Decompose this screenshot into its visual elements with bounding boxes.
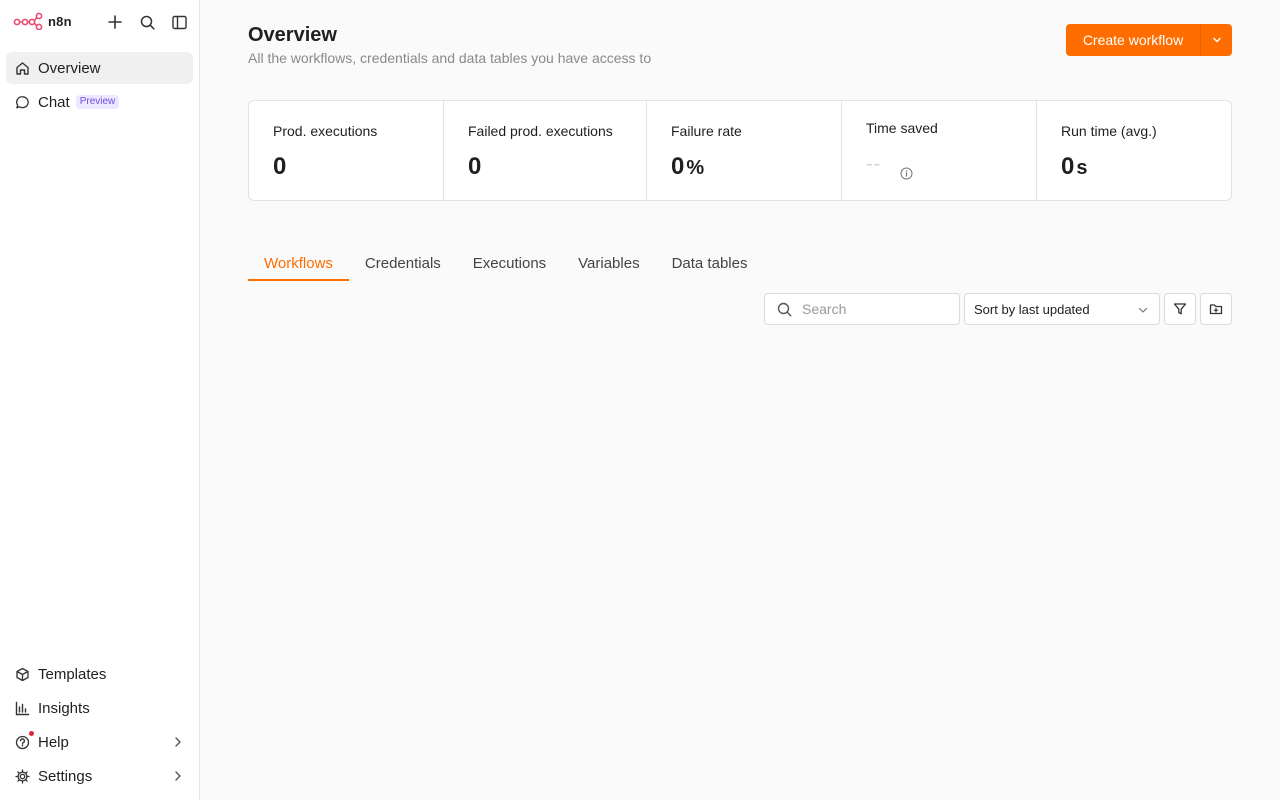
stat-time-saved[interactable]: Time saved -- xyxy=(842,101,1037,200)
info-icon[interactable] xyxy=(900,167,913,180)
sidebar-item-label: Settings xyxy=(38,767,93,785)
page-title: Overview xyxy=(248,24,337,46)
search-box xyxy=(764,293,960,325)
stats-summary: Prod. executions 0 Failed prod. executio… xyxy=(248,100,1232,201)
tab-workflows[interactable]: Workflows xyxy=(248,248,349,281)
sidebar-item-label: Help xyxy=(38,733,69,751)
create-workflow-button[interactable]: Create workflow xyxy=(1066,24,1200,56)
preview-badge: Preview xyxy=(75,95,120,109)
search-input[interactable] xyxy=(802,301,942,317)
sort-select[interactable]: Sort by last updated xyxy=(964,293,1160,325)
chat-icon xyxy=(14,94,30,110)
stat-value-wrap: 0% xyxy=(671,153,704,181)
logo[interactable]: n8n xyxy=(13,12,72,30)
create-workflow-dropdown-button[interactable] xyxy=(1200,24,1232,56)
logo-text: n8n xyxy=(48,13,72,29)
chevron-right-icon xyxy=(171,769,185,783)
filter-button[interactable] xyxy=(1164,293,1196,325)
page-subtitle: All the workflows, credentials and data … xyxy=(248,50,652,66)
sidebar-item-label: Templates xyxy=(38,665,107,683)
search-icon xyxy=(777,302,792,317)
stat-value-wrap: 0s xyxy=(1061,153,1087,181)
chevron-right-icon xyxy=(171,735,185,749)
home-icon xyxy=(14,60,30,76)
sidebar: n8n Overview Chat Preview Templates Insi… xyxy=(0,0,200,800)
sidebar-item-label: Overview xyxy=(38,59,101,77)
n8n-logo-icon xyxy=(13,12,43,30)
stat-label: Failure rate xyxy=(671,123,742,139)
chevron-down-icon xyxy=(1137,304,1149,316)
box-icon xyxy=(14,666,30,682)
sidebar-header: n8n xyxy=(0,0,200,44)
sidebar-item-insights[interactable]: Insights xyxy=(6,692,193,724)
stat-value: 0 xyxy=(1061,153,1075,180)
sidebar-toggle-icon[interactable] xyxy=(169,12,189,32)
bar-chart-icon xyxy=(14,700,30,716)
gear-icon xyxy=(14,768,30,784)
stat-value: 0 xyxy=(468,153,482,180)
sidebar-item-overview[interactable]: Overview xyxy=(6,52,193,84)
sidebar-item-label: Chat xyxy=(38,93,70,111)
stat-label: Run time (avg.) xyxy=(1061,123,1157,139)
stat-value: -- xyxy=(866,153,882,175)
search-icon[interactable] xyxy=(137,12,157,32)
plus-icon[interactable] xyxy=(105,12,125,32)
tabs: Workflows Credentials Executions Variabl… xyxy=(248,248,763,281)
sidebar-item-chat[interactable]: Chat Preview xyxy=(6,86,193,118)
chevron-down-icon xyxy=(1211,34,1223,46)
stat-failed-prod-executions[interactable]: Failed prod. executions 0 xyxy=(444,101,647,200)
sort-select-value: Sort by last updated xyxy=(974,301,1090,317)
tab-data-tables[interactable]: Data tables xyxy=(656,248,764,281)
sidebar-item-help[interactable]: Help xyxy=(6,726,193,758)
new-folder-button[interactable] xyxy=(1200,293,1232,325)
tab-credentials[interactable]: Credentials xyxy=(349,248,457,281)
stat-label: Time saved xyxy=(866,120,938,136)
notification-dot xyxy=(29,731,34,736)
sidebar-item-templates[interactable]: Templates xyxy=(6,658,193,690)
stat-run-time[interactable]: Run time (avg.) 0s xyxy=(1037,101,1231,200)
filter-icon xyxy=(1173,302,1187,316)
create-workflow-button-group: Create workflow xyxy=(1066,24,1232,56)
folder-plus-icon xyxy=(1209,302,1223,316)
stat-unit: % xyxy=(686,157,705,179)
stat-prod-executions[interactable]: Prod. executions 0 xyxy=(249,101,444,200)
stat-value: 0 xyxy=(273,153,287,180)
stat-unit: s xyxy=(1076,157,1088,179)
stat-value: 0 xyxy=(671,153,685,180)
main-content: Overview All the workflows, credentials … xyxy=(200,0,1280,800)
stat-label: Failed prod. executions xyxy=(468,123,613,139)
stat-label: Prod. executions xyxy=(273,123,378,139)
tab-executions[interactable]: Executions xyxy=(457,248,562,281)
sidebar-item-label: Insights xyxy=(38,699,90,717)
sidebar-item-settings[interactable]: Settings xyxy=(6,760,193,792)
stat-failure-rate[interactable]: Failure rate 0% xyxy=(647,101,842,200)
tab-variables[interactable]: Variables xyxy=(562,248,655,281)
help-icon xyxy=(14,734,30,750)
